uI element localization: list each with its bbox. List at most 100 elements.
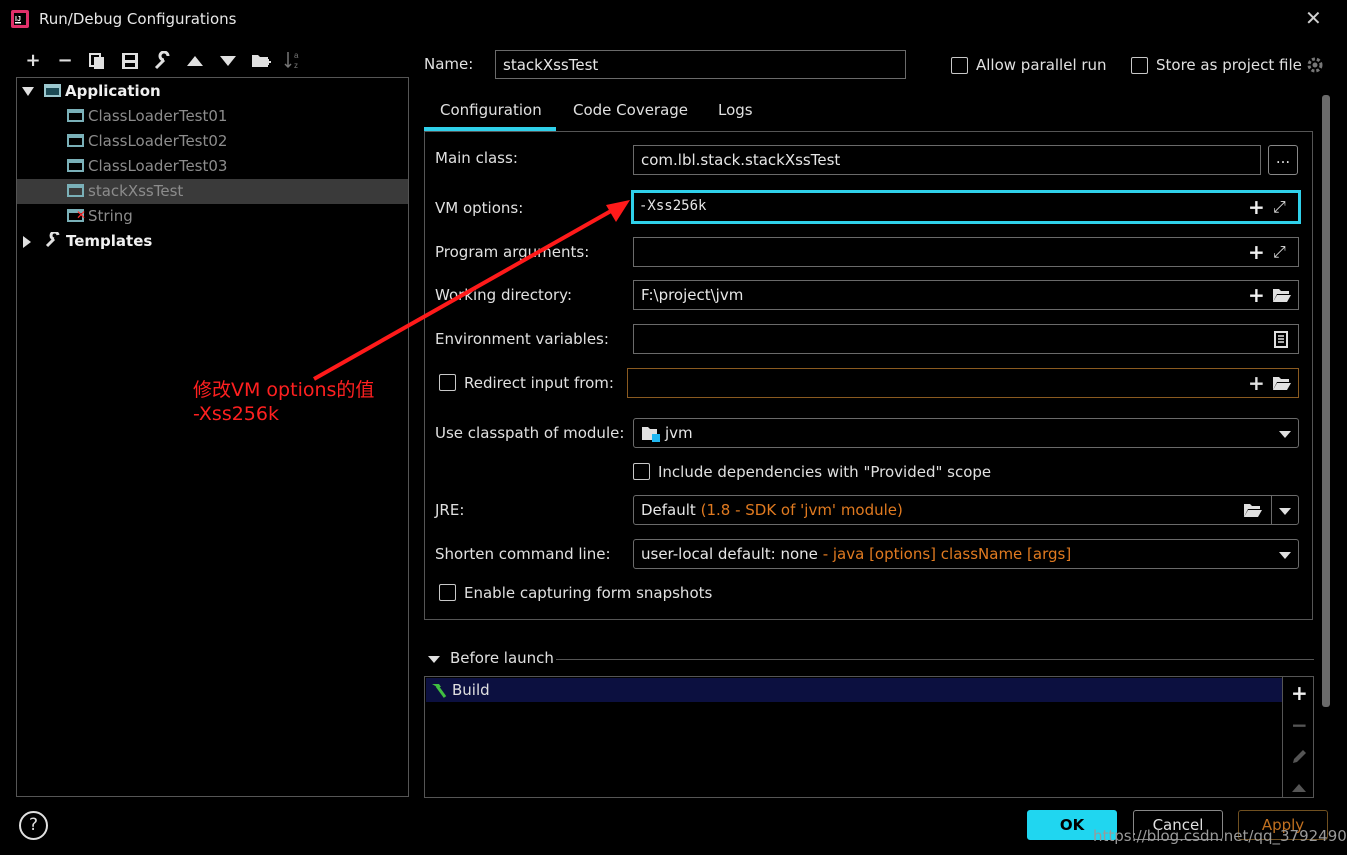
tree-item-label: ClassLoaderTest01 bbox=[88, 107, 228, 125]
name-value: stackXssTest bbox=[503, 56, 599, 74]
classpath-module-select[interactable]: jvm bbox=[633, 418, 1299, 448]
run-config-icon bbox=[67, 184, 84, 197]
new-folder-icon[interactable] bbox=[251, 52, 271, 70]
annotation-line-1: 修改VM options的值 bbox=[193, 379, 375, 401]
tree-item-label: stackXssTest bbox=[88, 182, 184, 200]
before-launch-label: Before launch bbox=[450, 649, 554, 667]
collapse-arrow-icon[interactable] bbox=[428, 656, 440, 663]
expand-icon[interactable]: ⤢ bbox=[1273, 242, 1286, 262]
tree-item-classloadertest02[interactable]: ClassLoaderTest02 bbox=[17, 129, 408, 154]
vertical-scrollbar[interactable] bbox=[1322, 95, 1330, 707]
add-icon[interactable]: + bbox=[1248, 373, 1265, 393]
hammer-icon bbox=[432, 684, 447, 698]
classpath-module-label: Use classpath of module: bbox=[435, 424, 625, 442]
folder-open-icon[interactable] bbox=[1243, 502, 1263, 518]
add-icon[interactable]: + bbox=[1248, 242, 1265, 262]
tree-item-classloadertest03[interactable]: ClassLoaderTest03 bbox=[17, 154, 408, 179]
save-icon[interactable] bbox=[121, 52, 139, 70]
shorten-command-select[interactable]: user-local default: none - java [options… bbox=[633, 539, 1299, 569]
store-project-label: Store as project file bbox=[1156, 56, 1302, 74]
redirect-input-field[interactable]: + bbox=[627, 368, 1299, 398]
tab-code-coverage[interactable]: Code Coverage bbox=[573, 101, 688, 119]
chevron-down-icon[interactable] bbox=[1279, 508, 1291, 515]
tree-label-templates: Templates bbox=[66, 232, 153, 250]
move-up-icon[interactable] bbox=[186, 54, 204, 68]
add-icon[interactable]: + bbox=[21, 50, 45, 72]
document-icon[interactable] bbox=[1274, 331, 1288, 348]
list-item[interactable]: Build bbox=[426, 678, 1282, 702]
svg-text:a: a bbox=[294, 51, 299, 60]
divider bbox=[1271, 496, 1272, 524]
allow-parallel-label: Allow parallel run bbox=[976, 56, 1107, 74]
expand-arrow-icon[interactable] bbox=[22, 87, 34, 96]
chevron-down-icon[interactable] bbox=[1279, 552, 1291, 559]
tab-configuration[interactable]: Configuration bbox=[440, 101, 542, 119]
program-arguments-input[interactable]: + ⤢ bbox=[633, 237, 1299, 267]
separator bbox=[556, 659, 1314, 660]
tree-item-label: ClassLoaderTest02 bbox=[88, 132, 228, 150]
build-label: Build bbox=[452, 681, 490, 699]
watermark: https://blog.csdn.net/qq_37924905 bbox=[1093, 827, 1347, 845]
remove-icon[interactable]: − bbox=[53, 50, 77, 72]
jre-value: Default bbox=[641, 501, 696, 519]
main-class-label: Main class: bbox=[435, 149, 518, 167]
tab-logs[interactable]: Logs bbox=[718, 101, 753, 119]
run-config-error-icon: ✕ bbox=[67, 208, 86, 222]
tree-item-label: ClassLoaderTest03 bbox=[88, 157, 228, 175]
remove-icon[interactable]: − bbox=[1291, 713, 1308, 737]
name-input[interactable]: stackXssTest bbox=[495, 50, 906, 79]
shorten-command-value: user-local default: none bbox=[641, 545, 818, 563]
run-config-icon bbox=[67, 134, 84, 147]
tree-item-classloadertest01[interactable]: ClassLoaderTest01 bbox=[17, 104, 408, 129]
vm-options-input[interactable]: -Xss256k + ⤢ bbox=[631, 190, 1301, 224]
run-config-icon bbox=[67, 159, 84, 172]
store-project-checkbox[interactable] bbox=[1131, 57, 1148, 74]
add-icon[interactable]: + bbox=[1248, 197, 1265, 217]
divider bbox=[1282, 677, 1283, 797]
copy-icon[interactable] bbox=[88, 52, 106, 70]
add-icon[interactable]: + bbox=[1248, 285, 1265, 305]
move-down-icon[interactable] bbox=[219, 54, 237, 68]
browse-main-class-button[interactable]: ... bbox=[1268, 145, 1298, 175]
shorten-command-label: Shorten command line: bbox=[435, 545, 611, 563]
expand-icon[interactable]: ⤢ bbox=[1273, 197, 1286, 217]
before-launch-list[interactable]: Build + − bbox=[424, 676, 1314, 798]
move-up-icon[interactable] bbox=[1291, 783, 1307, 793]
allow-parallel-checkbox[interactable] bbox=[951, 57, 968, 74]
working-directory-input[interactable]: F:\project\jvm + bbox=[633, 280, 1299, 310]
enable-capturing-label: Enable capturing form snapshots bbox=[464, 584, 713, 602]
edit-icon[interactable] bbox=[1291, 749, 1307, 765]
main-class-input[interactable]: com.lbl.stack.stackXssTest bbox=[633, 145, 1261, 175]
help-button[interactable]: ? bbox=[19, 811, 48, 840]
main-class-value: com.lbl.stack.stackXssTest bbox=[641, 151, 841, 169]
intellij-app-icon: IJ bbox=[11, 10, 29, 28]
sort-icon[interactable]: a z bbox=[284, 50, 302, 70]
svg-text:z: z bbox=[294, 61, 298, 70]
tree-node-application[interactable]: Application bbox=[17, 79, 408, 104]
enable-capturing-checkbox[interactable] bbox=[439, 584, 456, 601]
collapse-arrow-icon[interactable] bbox=[23, 236, 31, 248]
close-icon[interactable]: ✕ bbox=[1305, 8, 1322, 28]
module-folder-icon bbox=[642, 427, 660, 442]
include-dependencies-checkbox[interactable] bbox=[633, 463, 650, 480]
jre-select[interactable]: Default (1.8 - SDK of 'jvm' module) bbox=[633, 495, 1299, 525]
annotation-line-2: -Xss256k bbox=[193, 403, 279, 425]
error-mark-icon: ✕ bbox=[76, 208, 87, 222]
shorten-command-hint: - java [options] className [args] bbox=[822, 545, 1072, 563]
gear-icon[interactable] bbox=[1306, 56, 1324, 74]
wrench-icon[interactable] bbox=[153, 51, 173, 71]
include-dependencies-label: Include dependencies with "Provided" sco… bbox=[658, 463, 992, 481]
annotation-arrow bbox=[313, 200, 630, 381]
chevron-down-icon[interactable] bbox=[1279, 431, 1291, 438]
environment-variables-input[interactable] bbox=[633, 324, 1299, 354]
vm-options-value: -Xss256k bbox=[639, 198, 707, 214]
configuration-tree[interactable]: Application ClassLoaderTest01 ClassLoade… bbox=[16, 77, 409, 797]
folder-open-icon[interactable] bbox=[1272, 375, 1292, 391]
wrench-icon bbox=[45, 230, 60, 248]
window-title: Run/Debug Configurations bbox=[39, 10, 237, 28]
add-icon[interactable]: + bbox=[1291, 683, 1308, 703]
application-icon bbox=[44, 84, 61, 97]
tree-label-application: Application bbox=[65, 82, 161, 100]
folder-open-icon[interactable] bbox=[1272, 287, 1292, 303]
run-config-icon bbox=[67, 109, 84, 122]
